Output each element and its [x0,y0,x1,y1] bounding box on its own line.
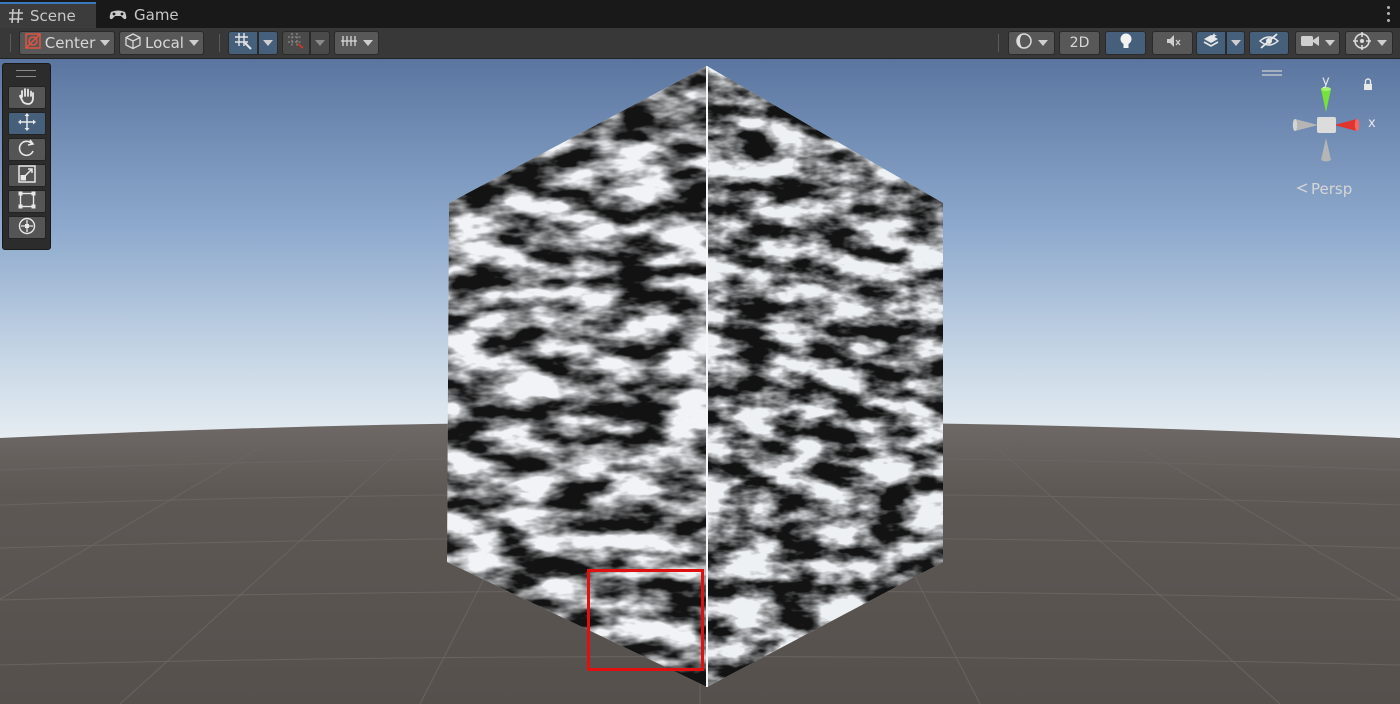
toolbar-divider [219,34,220,52]
effects-dropdown[interactable] [1226,31,1245,55]
scale-tool-button[interactable] [8,164,46,187]
tab-game[interactable]: Game [100,2,190,28]
gizmo-x-label: x [1368,116,1376,131]
transform-all-icon [17,216,37,240]
pivot-rotation-dropdown[interactable]: Local [119,31,204,55]
eye-hidden-icon [1258,32,1280,54]
tab-bar: Scene Game [0,0,1400,29]
more-options-icon[interactable] [1384,4,1392,24]
palette-grip[interactable] [16,70,36,77]
hand-icon [17,86,37,110]
transform-tool-button[interactable] [8,216,46,239]
move-tool-button[interactable] [8,112,46,135]
move-arrows-icon [17,112,37,136]
ruler-grid-icon [340,32,358,54]
pivot-mode-dropdown[interactable]: Center [19,31,115,55]
scale-icon [17,164,37,188]
rotate-icon [17,138,37,162]
pivot-mode-label: Center [44,34,96,52]
mode-2d-label: 2D [1069,35,1090,51]
pivot-center-icon [24,32,42,54]
tab-game-label: Game [134,6,179,24]
increment-snap-toggle[interactable] [282,31,310,55]
gizmos-dropdown[interactable] [1345,31,1393,55]
rect-tool-button[interactable] [8,190,46,213]
draw-mode-dropdown[interactable] [1008,31,1055,55]
highlight-box [587,569,704,671]
increment-snap-dropdown[interactable] [310,31,330,55]
projection-label: Persp [1311,180,1353,198]
scene-visibility-toggle[interactable] [1249,31,1289,55]
lock-icon [1364,78,1372,90]
hash-icon [8,8,24,24]
chevron-down-icon [363,40,373,46]
tab-scene-label: Scene [30,7,76,25]
camera-settings-dropdown[interactable] [1295,31,1340,55]
camera-icon [1300,33,1320,53]
grid-snap-toggle[interactable] [228,31,258,55]
grid-visibility-dropdown[interactable] [334,31,379,55]
tool-palette [2,63,51,250]
hand-tool-button[interactable] [8,86,46,109]
toolbar-divider [998,34,999,52]
scene-toolbar: Center Local 2D [0,28,1400,59]
rect-transform-icon [17,190,37,214]
speaker-muted-icon [1164,32,1182,54]
local-cube-icon [124,32,142,54]
chevron-down-icon [188,40,199,46]
gizmo-crosshair-icon [1352,31,1372,55]
mode-2d-toggle[interactable]: 2D [1059,31,1100,55]
effects-toggle[interactable] [1196,31,1226,55]
scene-view-window: Scene Game Center Local 2D y x Persp [0,0,1400,704]
tab-scene[interactable]: Scene [0,2,96,28]
chevron-down-icon [1038,40,1048,46]
gizmo-y-label: y [1322,74,1330,89]
chevron-down-icon [1230,40,1241,46]
rotate-tool-button[interactable] [8,138,46,161]
projection-toggle[interactable]: Persp [1296,180,1352,198]
audio-toggle[interactable] [1152,31,1193,55]
pivot-rotation-label: Local [145,34,184,52]
layers-effects-icon [1202,32,1220,54]
chevron-down-icon [1376,40,1387,46]
shaded-sphere-icon [1015,32,1033,54]
gamepad-icon [108,7,128,23]
perspective-icon [1296,180,1308,198]
grid-snap-icon [234,32,252,54]
chevron-down-icon [263,40,273,46]
toolbar-grip [10,34,11,52]
increment-snap-icon [287,32,305,54]
chevron-down-icon [315,40,325,46]
chevron-down-icon [100,40,111,46]
chevron-down-icon [1325,40,1335,46]
lighting-toggle[interactable] [1105,31,1146,55]
grid-snap-dropdown[interactable] [258,31,278,55]
light-bulb-icon [1118,32,1134,54]
